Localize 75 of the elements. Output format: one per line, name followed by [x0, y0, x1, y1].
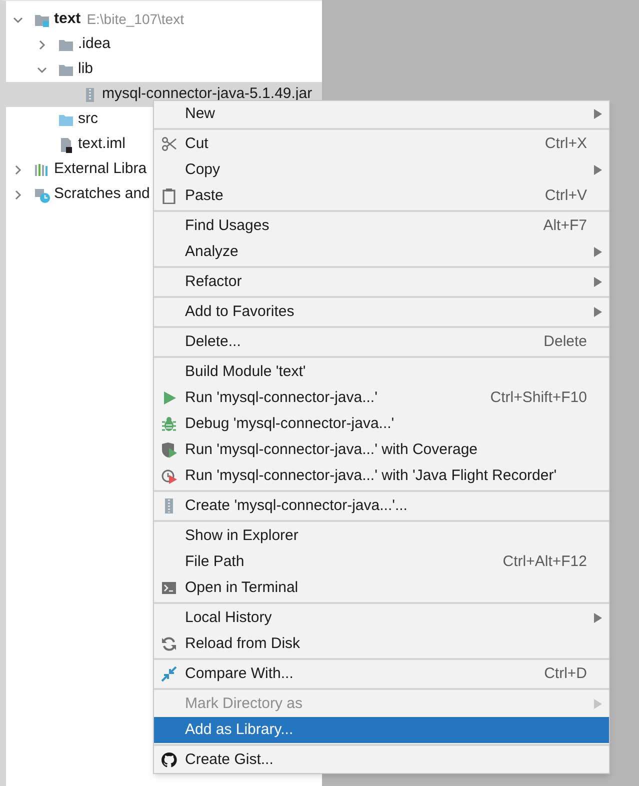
menu-item[interactable]: File Path Ctrl+Alt+F12 — [154, 549, 609, 575]
menu-item-label: Cut — [185, 134, 208, 154]
terminal-icon — [161, 580, 177, 596]
tree-item-label[interactable]: Scratches and — [54, 183, 150, 206]
scratches-icon — [34, 186, 50, 202]
clock-play-icon — [161, 468, 177, 484]
menu-item[interactable]: Local History — [154, 605, 609, 631]
menu-item[interactable]: Copy — [154, 157, 609, 183]
menu-item[interactable]: Find Usages Alt+F7 — [154, 213, 609, 239]
menu-item[interactable]: Delete... Delete — [154, 329, 609, 355]
tree-item-label[interactable]: text — [54, 8, 81, 31]
github-icon — [161, 752, 177, 768]
menu-item-label: Local History — [185, 608, 272, 628]
libraries-icon — [34, 162, 50, 178]
menu-item[interactable]: Debug 'mysql-connector-java...' — [154, 411, 609, 437]
compare-arrows-icon — [161, 666, 177, 682]
menu-item[interactable]: Paste Ctrl+V — [154, 183, 609, 209]
menu-item[interactable]: Add to Favorites — [154, 299, 609, 325]
module-path: E:\bite_107\text — [86, 10, 184, 29]
menu-item[interactable]: Run 'mysql-connector-java...' with 'Java Flight Recorder' — [154, 463, 609, 489]
reload-icon — [161, 636, 177, 652]
menu-item-label: New — [185, 104, 216, 124]
menu-item-label: Refactor — [185, 272, 242, 292]
menu-item-label: Find Usages — [185, 216, 270, 236]
menu-item-label: Run 'mysql-connector-java...' with 'Java Flight Recorder' — [185, 466, 557, 486]
menu-item[interactable]: Create 'mysql-connector-java...'... — [154, 493, 609, 519]
menu-item-label: Create 'mysql-connector-java...'... — [185, 496, 408, 516]
menu-item-label: Create Gist... — [185, 750, 274, 770]
menu-item-label: Mark Directory as — [185, 694, 303, 714]
shortcut-label: Ctrl+D — [544, 664, 587, 684]
menu-item[interactable]: New — [154, 101, 609, 127]
menu-item[interactable]: Create Gist... — [154, 747, 609, 773]
menu-item-label: Analyze — [185, 242, 238, 262]
menu-item-label: Reload from Disk — [185, 634, 300, 654]
menu-item-label: Add as Library... — [185, 720, 294, 740]
tree-item-label[interactable]: External Libra — [54, 158, 147, 181]
clipboard-icon — [161, 188, 177, 204]
shortcut-label: Ctrl+X — [544, 134, 587, 154]
menu-item-label: Paste — [185, 186, 224, 206]
menu-item[interactable]: Build Module 'text' — [154, 359, 609, 385]
menu-item[interactable]: Compare With... Ctrl+D — [154, 661, 609, 687]
menu-item-label: Delete... — [185, 332, 241, 352]
tree-item-label[interactable]: src — [78, 108, 98, 131]
menu-item[interactable]: Run 'mysql-connector-java...' Ctrl+Shift+F10 — [154, 385, 609, 411]
scissors-icon — [161, 136, 177, 152]
menu-item-label: Add to Favorites — [185, 302, 294, 322]
menu-item[interactable]: Run 'mysql-connector-java...' with Coverage — [154, 437, 609, 463]
menu-item[interactable]: Refactor — [154, 269, 609, 295]
menu-item-label: Open in Terminal — [185, 578, 298, 598]
menu-item-label: Debug 'mysql-connector-java...' — [185, 414, 394, 434]
menu-item-label: Build Module 'text' — [185, 362, 306, 382]
tree-item-label[interactable]: .idea — [78, 33, 111, 56]
menu-item[interactable]: Analyze — [154, 239, 609, 265]
menu-item[interactable]: Cut Ctrl+X — [154, 131, 609, 157]
shield-play-icon — [161, 442, 177, 458]
shortcut-label: Alt+F7 — [543, 216, 587, 236]
shortcut-label: Ctrl+Shift+F10 — [490, 388, 587, 408]
play-icon — [161, 390, 177, 406]
tree-item-label[interactable]: lib — [78, 58, 94, 81]
menu-item-label: Run 'mysql-connector-java...' — [185, 388, 378, 408]
shortcut-label: Ctrl+V — [544, 186, 587, 206]
menu-item-label: File Path — [185, 552, 244, 572]
menu-item[interactable]: Open in Terminal — [154, 575, 609, 601]
menu-item[interactable]: Add as Library... — [154, 717, 609, 743]
menu-item[interactable]: Reload from Disk — [154, 631, 609, 657]
menu-item-label: Show in Explorer — [185, 526, 298, 546]
file-icon — [58, 136, 74, 152]
shortcut-label: Delete — [544, 332, 587, 352]
bug-icon — [161, 416, 177, 432]
menu-item-label: Copy — [185, 160, 220, 180]
shortcut-label: Ctrl+Alt+F12 — [502, 552, 587, 572]
menu-item-label: Compare With... — [185, 664, 294, 684]
tree-item-label[interactable]: text.iml — [78, 133, 126, 156]
menu-item[interactable]: Show in Explorer — [154, 523, 609, 549]
menu-item-label: Run 'mysql-connector-java...' with Coverage — [185, 440, 478, 460]
